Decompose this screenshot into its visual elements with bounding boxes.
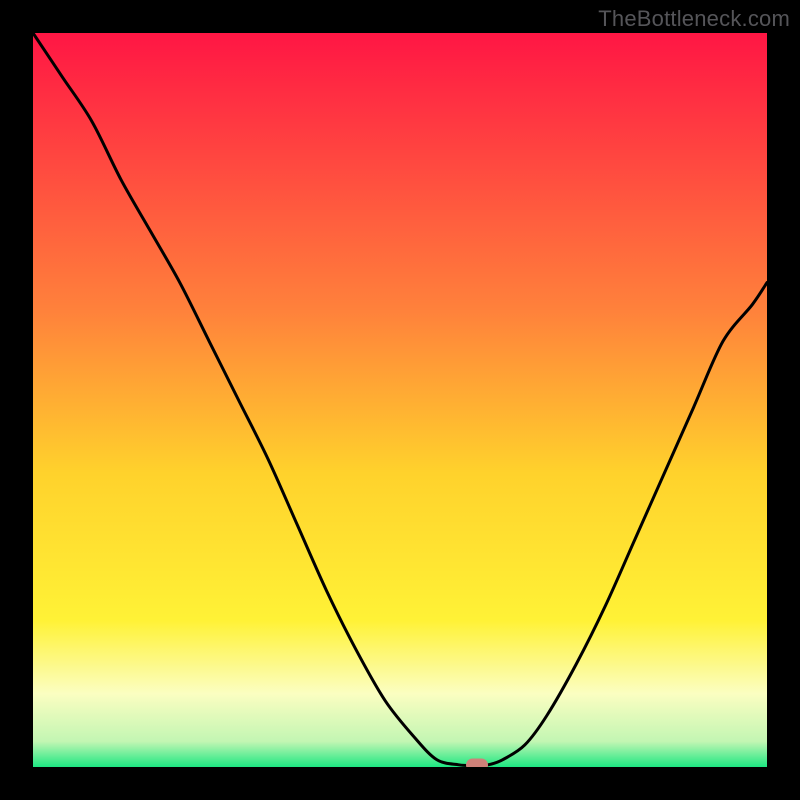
watermark-text: TheBottleneck.com	[598, 6, 790, 32]
optimal-marker	[466, 758, 488, 767]
chart-background	[33, 33, 767, 767]
chart-plot-area	[33, 33, 767, 767]
chart-svg	[33, 33, 767, 767]
